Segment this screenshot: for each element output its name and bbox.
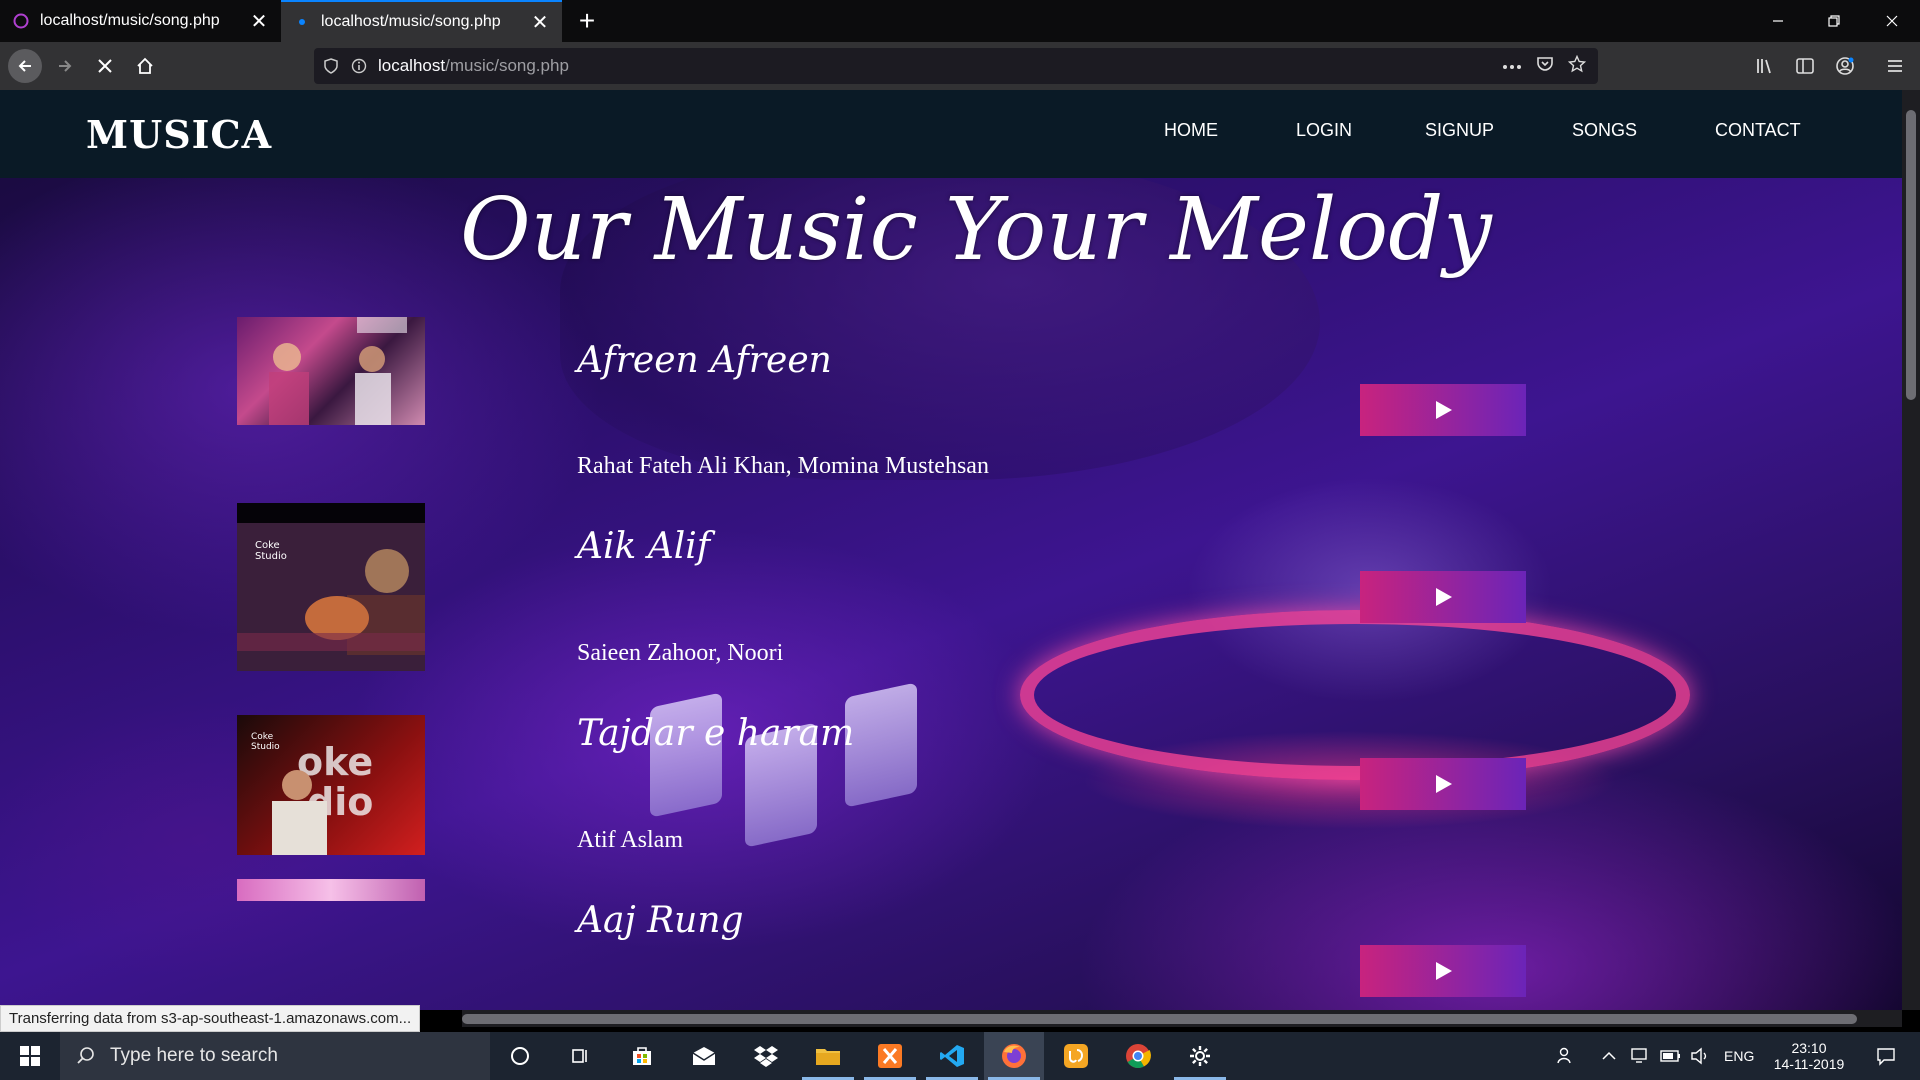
browser-toolbar: localhost/music/song.php xyxy=(0,42,1920,90)
address-bar[interactable]: localhost/music/song.php xyxy=(314,48,1598,84)
tracking-shield-icon[interactable] xyxy=(320,55,342,77)
windows-start-icon[interactable] xyxy=(0,1032,60,1080)
clock-date: 14-11-2019 xyxy=(1773,1056,1845,1072)
search-icon xyxy=(76,1046,96,1066)
pocket-icon[interactable] xyxy=(1536,55,1554,78)
page-viewport: MUSICA HOME LOGIN SIGNUP SONGS CONTACT O… xyxy=(0,90,1902,1010)
browser-tab-bar: localhost/music/song.php ✕ localhost/mus… xyxy=(0,0,1920,42)
nav-contact-link[interactable]: CONTACT xyxy=(1715,120,1801,141)
url-path: /music/song.php xyxy=(445,56,569,75)
song-artist: Rahat Fateh Ali Khan, Momina Mustehsan xyxy=(577,453,989,479)
taskbar-search-input[interactable]: Type here to search xyxy=(60,1032,490,1080)
cortana-icon[interactable] xyxy=(490,1032,550,1080)
vertical-scroll-thumb[interactable] xyxy=(1906,110,1916,400)
account-icon[interactable] xyxy=(1828,49,1862,83)
background-fader xyxy=(650,692,722,818)
new-tab-icon[interactable]: + xyxy=(570,4,604,38)
song-title: Aaj Rung xyxy=(577,900,744,941)
close-window-icon[interactable] xyxy=(1864,0,1920,42)
windows-taskbar: Type here to search ENG 23:10 14-11-2019 xyxy=(0,1032,1920,1080)
song-thumbnail[interactable]: oke dio Coke Studio xyxy=(237,715,425,855)
task-view-icon[interactable] xyxy=(550,1032,610,1080)
uc-browser-icon[interactable] xyxy=(1046,1032,1106,1080)
back-icon[interactable] xyxy=(8,49,42,83)
song-thumbnail[interactable] xyxy=(237,317,425,425)
clock-time: 23:10 xyxy=(1791,1040,1827,1056)
play-icon xyxy=(1436,588,1452,606)
bookmark-star-icon[interactable] xyxy=(1567,54,1587,78)
browser-tab-active[interactable]: localhost/music/song.php ✕ xyxy=(281,0,562,42)
song-artist: Saieen Zahoor, Noori xyxy=(577,640,784,666)
minimize-icon[interactable] xyxy=(1750,0,1806,42)
loading-dot-icon xyxy=(293,13,311,31)
stop-loading-icon[interactable] xyxy=(88,49,122,83)
play-button[interactable] xyxy=(1360,758,1526,810)
file-explorer-icon[interactable] xyxy=(798,1032,858,1080)
page-actions-icon[interactable] xyxy=(1502,57,1522,75)
svg-text:Coke: Coke xyxy=(255,540,280,551)
play-icon xyxy=(1436,775,1452,793)
browser-tab[interactable]: localhost/music/song.php ✕ xyxy=(0,0,281,42)
restore-icon[interactable] xyxy=(1806,0,1862,42)
play-icon xyxy=(1436,962,1452,980)
play-button[interactable] xyxy=(1360,945,1526,997)
vertical-scrollbar[interactable] xyxy=(1902,90,1920,1010)
store-icon[interactable] xyxy=(612,1032,672,1080)
horizontal-scroll-thumb[interactable] xyxy=(462,1014,1857,1024)
song-title: Aik Alif xyxy=(577,526,711,567)
clock[interactable]: 23:10 14-11-2019 xyxy=(1768,1032,1850,1080)
search-placeholder: Type here to search xyxy=(110,1045,278,1066)
chevron-up-icon[interactable] xyxy=(1602,1032,1616,1080)
site-info-icon[interactable] xyxy=(348,55,370,77)
site-logo[interactable]: MUSICA xyxy=(86,112,272,157)
svg-text:Studio: Studio xyxy=(255,551,287,562)
page-favicon-icon xyxy=(12,12,30,30)
forward-icon[interactable] xyxy=(48,49,82,83)
dropbox-icon[interactable] xyxy=(736,1032,796,1080)
background-turntable-ring xyxy=(1020,610,1690,780)
song-artist: Atif Aslam xyxy=(577,827,683,853)
background-fader xyxy=(845,682,917,808)
nav-login-link[interactable]: LOGIN xyxy=(1296,120,1352,141)
network-icon[interactable] xyxy=(1630,1032,1650,1080)
play-icon xyxy=(1436,401,1452,419)
close-tab-icon[interactable]: ✕ xyxy=(524,6,556,38)
nav-signup-link[interactable]: SIGNUP xyxy=(1425,120,1494,141)
library-icon[interactable] xyxy=(1748,49,1782,83)
people-icon[interactable] xyxy=(1556,1032,1576,1080)
song-thumbnail[interactable]: Coke Studio xyxy=(237,503,425,671)
volume-icon[interactable] xyxy=(1690,1032,1710,1080)
notifications-icon[interactable] xyxy=(1866,1032,1906,1080)
hamburger-menu-icon[interactable] xyxy=(1878,49,1912,83)
input-language[interactable]: ENG xyxy=(1724,1032,1754,1080)
chrome-icon[interactable] xyxy=(1108,1032,1168,1080)
song-title: Tajdar e haram xyxy=(577,713,855,754)
xampp-icon[interactable] xyxy=(860,1032,920,1080)
horizontal-scrollbar[interactable] xyxy=(462,1010,1902,1027)
song-thumbnail[interactable] xyxy=(237,879,425,901)
svg-text:Coke: Coke xyxy=(251,732,274,742)
tab-title: localhost/music/song.php xyxy=(40,12,220,29)
battery-icon[interactable] xyxy=(1660,1032,1682,1080)
hero-heading: Our Music Your Melody xyxy=(460,180,1492,280)
svg-text:Studio: Studio xyxy=(251,742,280,752)
nav-home-link[interactable]: HOME xyxy=(1164,120,1218,141)
mail-icon[interactable] xyxy=(674,1032,734,1080)
close-tab-icon[interactable]: ✕ xyxy=(243,5,275,37)
site-header: MUSICA HOME LOGIN SIGNUP SONGS CONTACT xyxy=(0,90,1902,178)
status-bar-text: Transferring data from s3-ap-southeast-1… xyxy=(0,1005,421,1032)
settings-gear-icon[interactable] xyxy=(1170,1032,1230,1080)
sidebar-icon[interactable] xyxy=(1788,49,1822,83)
play-button[interactable] xyxy=(1360,571,1526,623)
home-icon[interactable] xyxy=(128,49,162,83)
firefox-icon[interactable] xyxy=(984,1032,1044,1080)
tab-title: localhost/music/song.php xyxy=(321,13,501,30)
nav-songs-link[interactable]: SONGS xyxy=(1572,120,1637,141)
song-title: Afreen Afreen xyxy=(577,340,832,381)
url-host: localhost xyxy=(378,56,446,75)
play-button[interactable] xyxy=(1360,384,1526,436)
url-text: localhost/music/song.php xyxy=(378,56,569,76)
vscode-icon[interactable] xyxy=(922,1032,982,1080)
